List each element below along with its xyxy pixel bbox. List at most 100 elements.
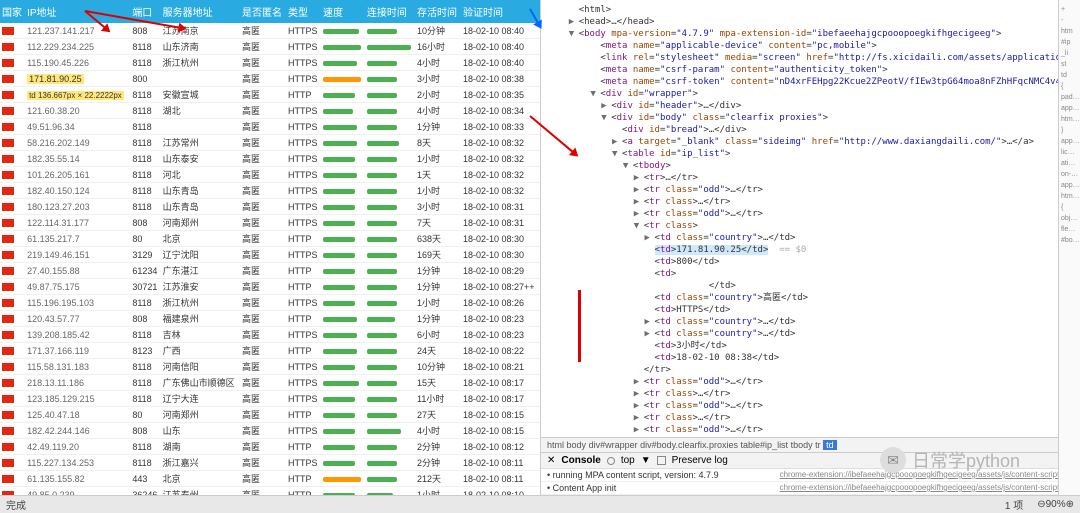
zoom-in-icon[interactable]: ⊕ [1066,499,1074,510]
dom-node[interactable]: <meta name="csrf-token" content="nD4xrFE… [547,76,1080,88]
dom-node[interactable]: ▶<tr class="odd">…</tr> [547,208,1080,220]
dom-node[interactable]: ▶<tr class="odd">…</tr> [547,376,1080,388]
crumb-item[interactable]: tr [815,440,821,450]
table-row[interactable]: 27.40.155.8861234广东湛江高匿HTTP1分钟18-02-10 0… [0,263,540,279]
table-row[interactable]: 120.43.57.77808福建泉州高匿HTTP1分钟18-02-10 08:… [0,311,540,327]
context-top[interactable]: top [621,455,635,466]
table-row[interactable]: 49.51.96.348118高匿HTTPS1分钟18-02-10 08:33 [0,119,540,135]
console-row[interactable]: • running MPA content script, version: 4… [541,469,1080,482]
dom-node[interactable]: ▶<td class="country">…</td> [547,316,1080,328]
dom-node[interactable]: ▶<tr class>…</tr> [547,412,1080,424]
clear-console-icon[interactable] [607,457,615,465]
dom-node[interactable]: <td> [547,268,1080,280]
styles-sidebar[interactable]: +-htm#ip_listtd{pad…app…htm…}app…lic…ati… [1058,0,1080,495]
dom-node[interactable]: ▶<td class="country">…</td> [547,232,1080,244]
breadcrumb[interactable]: html body div#wrapper div#body.clearfix.… [541,437,1080,452]
preserve-log-checkbox[interactable] [657,456,666,465]
col-header[interactable]: 连接时间 [365,0,415,23]
table-row[interactable]: 112.229.234.2258118山东济南高匿HTTPS16小时18-02-… [0,39,540,55]
table-row[interactable]: 115.196.195.1038118浙江杭州高匿HTTPS1小时18-02-1… [0,295,540,311]
dom-node[interactable]: ▼<tbody> [547,160,1080,172]
dom-node[interactable]: <meta name="csrf-param" content="authent… [547,64,1080,76]
table-row[interactable]: 101.26.205.1618118河北高匿HTTPS1天18-02-10 08… [0,167,540,183]
dom-node[interactable]: ▶<a target="_blank" class="sideimg" href… [547,136,1080,148]
dom-node[interactable]: <td class="country">高匿</td> [547,292,1080,304]
dom-node[interactable]: ▼<tr class> [547,220,1080,232]
col-header[interactable]: 验证时间 [461,0,540,23]
crumb-item[interactable]: div#body.clearfix.proxies [640,440,738,450]
dom-node[interactable]: ▶<td class="country">…</td> [547,328,1080,340]
table-row[interactable]: 121.237.141.217808江苏南京高匿HTTPS10分钟18-02-1… [0,23,540,39]
dom-node[interactable]: <meta name="applicable-device" content="… [547,40,1080,52]
dom-node[interactable]: <td>HTTPS</td> [547,304,1080,316]
table-row[interactable]: 219.149.46.1513129辽宁沈阳高匿HTTPS169天18-02-1… [0,247,540,263]
col-header[interactable]: 存活时间 [415,0,461,23]
table-row[interactable]: 182.35.55.148118山东泰安高匿HTTPS1小时18-02-10 0… [0,151,540,167]
table-row[interactable]: 49.85.0.23936246江苏泰州高匿HTTP1小时18-02-10 08… [0,487,540,496]
table-row[interactable]: 171.81.90.25800高匿HTTPS3小时18-02-10 08:38 [0,71,540,87]
table-row[interactable]: 139.208.185.428118吉林高匿HTTPS6小时18-02-10 0… [0,327,540,343]
dom-node[interactable]: <div id="bread">…</div> [547,124,1080,136]
dom-node[interactable]: ▶<tr class="odd">…</tr> [547,424,1080,436]
col-header[interactable]: 国家 [0,0,25,23]
col-header[interactable]: 速度 [321,0,365,23]
table-row[interactable]: 61.135.217.780北京高匿HTTP638天18-02-10 08:30 [0,231,540,247]
dom-node[interactable]: ▼<div id="wrapper"> [547,88,1080,100]
table-row[interactable]: 49.87.75.17530721江苏淮安高匿HTTP1分钟18-02-10 0… [0,279,540,295]
dom-node[interactable]: ▼<table id="ip_list"> [547,148,1080,160]
table-row[interactable]: td 136.667px × 22.2222px8118安徽宣城高匿HTTP2小… [0,87,540,103]
crumb-item[interactable]: body [567,440,587,450]
table-row[interactable]: 180.123.27.2038118山东青岛高匿HTTPS3小时18-02-10… [0,199,540,215]
ip-cell: 139.208.185.42 [27,330,90,340]
console-close-icon[interactable]: ✕ [547,455,555,466]
table-row[interactable]: 115.58.131.1838118河南信阳高匿HTTPS10分钟18-02-1… [0,359,540,375]
console-row[interactable]: • Content App initchrome-extension://ibe… [541,482,1080,495]
table-row[interactable]: 182.40.150.1248118山东青岛高匿HTTPS1小时18-02-10… [0,183,540,199]
crumb-item[interactable]: td [823,440,837,450]
table-row[interactable]: 171.37.166.1198123广西高匿HTTP24天18-02-10 08… [0,343,540,359]
dom-node[interactable]: ▼<body mpa-version="4.7.9" mpa-extension… [547,28,1080,40]
dom-node[interactable]: ▶<tr class="odd">…</tr> [547,400,1080,412]
col-header[interactable]: 类型 [286,0,321,23]
ip-table: 国家IP地址端口服务器地址是否匿名类型速度连接时间存活时间验证时间 121.23… [0,0,540,495]
dom-node[interactable]: ▼<div id="body" class="clearfix proxies"… [547,112,1080,124]
dom-tree[interactable]: <html> ▶<head>…</head> ▼<body mpa-versio… [541,0,1080,437]
table-row[interactable]: 182.42.244.146808山东高匿HTTPS4小时18-02-10 08… [0,423,540,439]
dom-node[interactable]: <td>18-02-10 08:38</td> [547,352,1080,364]
dom-node[interactable]: ▶<tr>…</tr> [547,172,1080,184]
ip-cell: 120.43.57.77 [27,314,80,324]
table-row[interactable]: 61.135.155.82443北京高匿HTTP212天18-02-10 08:… [0,471,540,487]
dom-node[interactable]: <td>3小时</td> [547,340,1080,352]
filter-dropdown[interactable]: ▼ [641,455,651,466]
col-header[interactable]: IP地址 [25,0,130,23]
table-row[interactable]: 58.216.202.1498118江苏常州高匿HTTPS8天18-02-10 … [0,135,540,151]
col-header[interactable]: 是否匿名 [240,0,286,23]
dom-node[interactable]: ▶<tr class>…</tr> [547,388,1080,400]
dom-node[interactable]: <link rel="stylesheet" media="screen" hr… [547,52,1080,64]
ip-cell: 182.42.244.146 [27,426,90,436]
table-row[interactable]: 42.49.119.208118湖南高匿HTTP2分钟18-02-10 08:1… [0,439,540,455]
dom-node[interactable]: ▶<head>…</head> [547,16,1080,28]
table-row[interactable]: 121.60.38.208118湖北高匿HTTPS4小时18-02-10 08:… [0,103,540,119]
crumb-item[interactable]: div#wrapper [589,440,638,450]
table-row[interactable]: 125.40.47.1880河南郑州高匿HTTP27天18-02-10 08:1… [0,407,540,423]
dom-node[interactable]: <td>171.81.90.25</td> == $0 [547,244,1080,256]
table-row[interactable]: 122.114.31.177808河南郑州高匿HTTPS7天18-02-10 0… [0,215,540,231]
zoom-out-icon[interactable]: ⊖ [1037,499,1045,510]
speed-bar [323,157,355,162]
dom-node[interactable]: </td> [547,280,1080,292]
table-row[interactable]: 123.185.129.2158118辽宁大连高匿HTTPS11小时18-02-… [0,391,540,407]
crumb-item[interactable]: html [547,440,564,450]
table-row[interactable]: 115.190.45.2268118浙江杭州高匿HTTPS4小时18-02-10… [0,55,540,71]
dom-node[interactable]: <html> [547,4,1080,16]
crumb-item[interactable]: table#ip_list [741,440,789,450]
dom-node[interactable]: ▶<div id="header">…</div> [547,100,1080,112]
crumb-item[interactable]: tbody [791,440,813,450]
dom-node[interactable]: ▶<tr class>…</tr> [547,196,1080,208]
dom-node[interactable]: </tr> [547,364,1080,376]
dom-node[interactable]: ▶<tr class="odd">…</tr> [547,184,1080,196]
table-row[interactable]: 115.227.134.2538118浙江嘉兴高匿HTTPS2分钟18-02-1… [0,455,540,471]
table-row[interactable]: 218.13.11.1868118广东佛山市顺德区高匿HTTPS15天18-02… [0,375,540,391]
col-header[interactable]: 服务器地址 [161,0,240,23]
dom-node[interactable]: <td>800</td> [547,256,1080,268]
